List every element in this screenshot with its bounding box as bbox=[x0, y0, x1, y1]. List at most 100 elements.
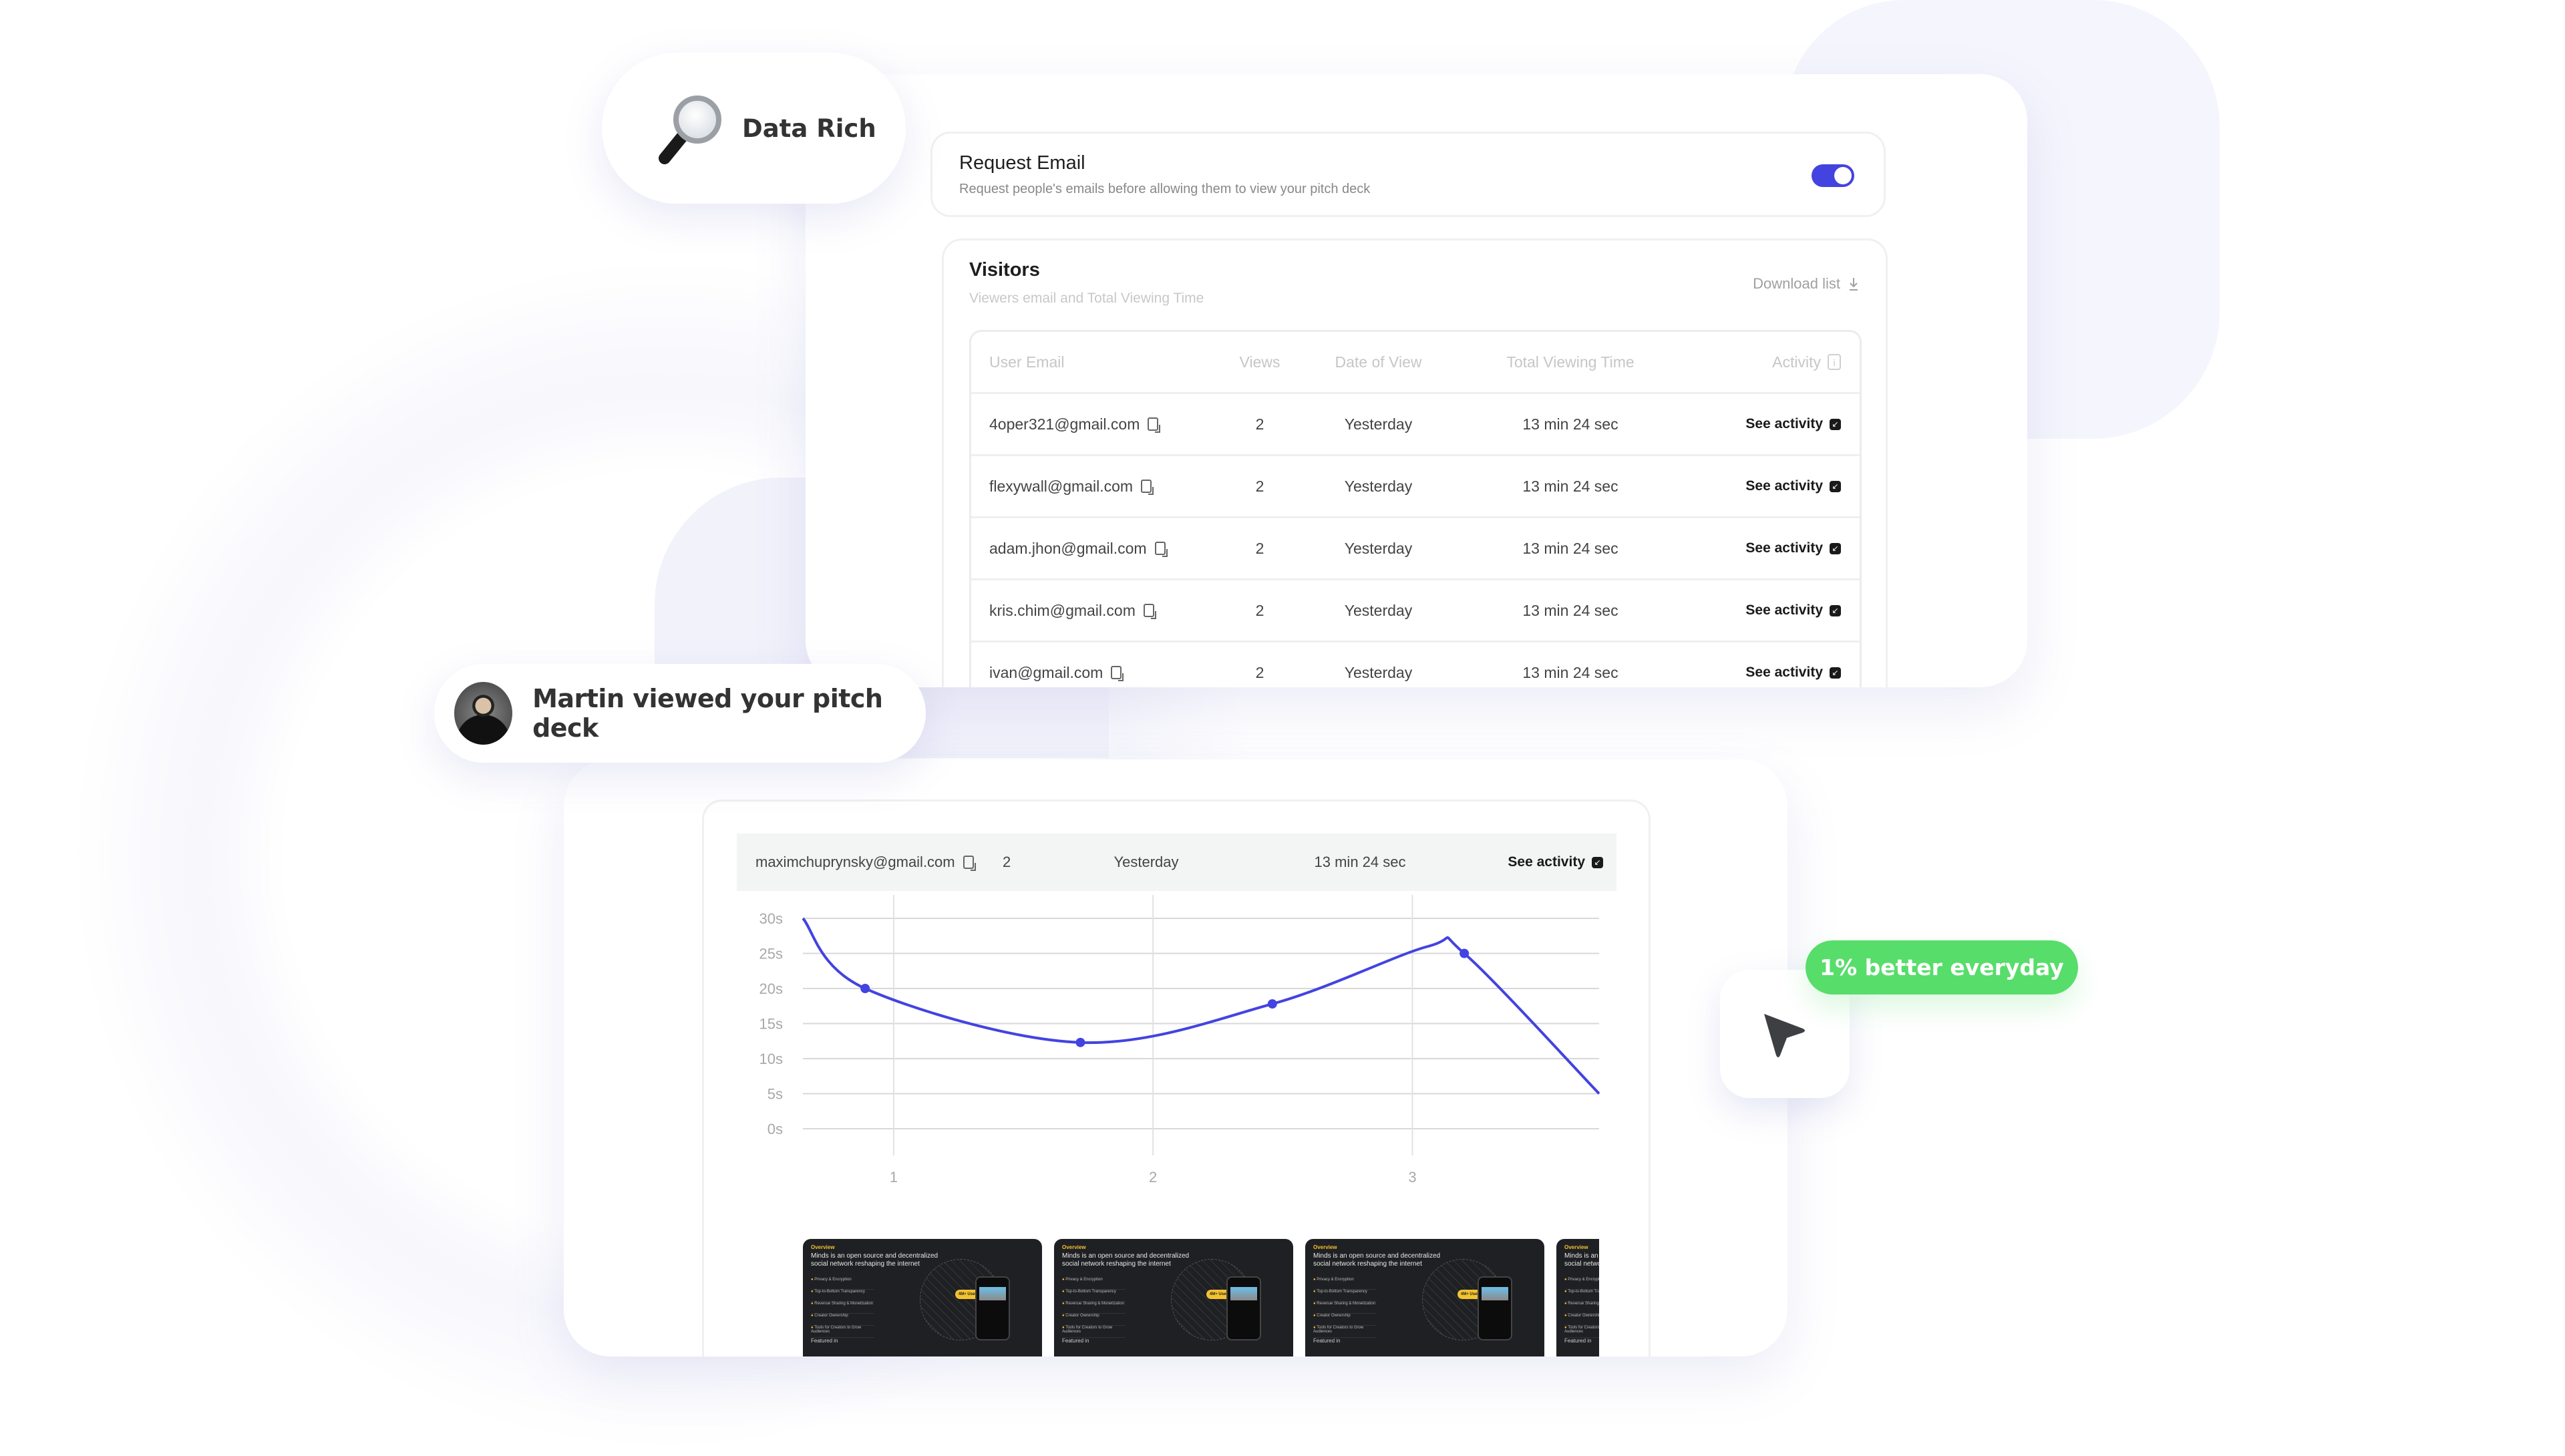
magnifying-glass-icon bbox=[659, 96, 721, 164]
slide-section: Overview bbox=[1313, 1244, 1337, 1250]
column-views[interactable]: Views bbox=[1220, 353, 1300, 371]
y-tick-label: 15s bbox=[759, 1016, 783, 1033]
row-views: 2 bbox=[1255, 539, 1264, 557]
data-point bbox=[1460, 948, 1470, 958]
row-time: 13 min 24 sec bbox=[1522, 601, 1618, 619]
slide-list-item: Tools for Creators to Grow Audiences bbox=[1313, 1326, 1377, 1338]
column-activity[interactable]: Activity i bbox=[1684, 353, 1860, 371]
visitors-panel: Request Email Request people's emails be… bbox=[806, 74, 2027, 687]
slide-featured: Featured in bbox=[1564, 1338, 1592, 1344]
slide-list-item: Privacy & Encryption bbox=[811, 1278, 874, 1290]
copy-icon[interactable] bbox=[1141, 480, 1154, 495]
row-views: 2 bbox=[1255, 477, 1264, 495]
arrow-down-left-icon: ↙ bbox=[1830, 418, 1841, 430]
download-icon bbox=[1850, 278, 1858, 291]
table-row[interactable]: 4oper321@gmail.com 2 Yesterday 13 min 24 se… bbox=[971, 394, 1860, 456]
request-email-toggle[interactable] bbox=[1812, 164, 1854, 187]
data-point bbox=[1075, 1037, 1085, 1047]
see-activity-link[interactable]: See activity ↙ bbox=[1684, 478, 1860, 494]
selected-visitor-row[interactable]: maximchuprynsky@gmail.com 2 Yesterday 13… bbox=[737, 834, 1616, 891]
row-email: 4oper321@gmail.com bbox=[989, 415, 1140, 433]
column-activity-label: Activity bbox=[1772, 353, 1821, 371]
see-activity-label: See activity bbox=[1508, 854, 1585, 870]
arrow-down-left-icon: ↙ bbox=[1830, 480, 1841, 492]
row-time: 13 min 24 sec bbox=[1522, 539, 1618, 557]
copy-icon[interactable] bbox=[1154, 542, 1168, 557]
copy-icon[interactable] bbox=[963, 856, 976, 871]
request-email-title: Request Email bbox=[959, 152, 1085, 174]
slide-list-item: Top-to-Bottom Transparency bbox=[1062, 1290, 1126, 1302]
activity-card: maximchuprynsky@gmail.com 2 Yesterday 13… bbox=[702, 799, 1651, 1356]
see-activity-label: See activity bbox=[1745, 478, 1823, 494]
info-icon[interactable]: i bbox=[1828, 354, 1841, 370]
slide-thumbnail[interactable]: Overview Minds is an open source and dece… bbox=[1305, 1239, 1544, 1356]
row-views: 2 bbox=[1255, 663, 1264, 681]
slide-headline: Minds is an open source and decentralize… bbox=[1564, 1252, 1599, 1268]
row-date: Yesterday bbox=[1344, 601, 1413, 619]
slide-list: Privacy & EncryptionTop-to-Bottom Transp… bbox=[1564, 1278, 1599, 1338]
slide-list-item: Privacy & Encryption bbox=[1062, 1278, 1126, 1290]
slide-list-item: Tools for Creators to Grow Audiences bbox=[811, 1326, 874, 1338]
download-list-button[interactable]: Download list bbox=[1753, 275, 1859, 293]
x-tick-label: 2 bbox=[1149, 1169, 1157, 1186]
row-time: 13 min 24 sec bbox=[1522, 663, 1618, 681]
arrow-down-left-icon: ↙ bbox=[1830, 542, 1841, 554]
column-total-viewing-time[interactable]: Total Viewing Time bbox=[1457, 353, 1684, 371]
table-header: User Email Views Date of View Total View… bbox=[971, 332, 1860, 394]
see-activity-link[interactable]: See activity ↙ bbox=[1684, 665, 1860, 681]
arrow-down-left-icon: ↙ bbox=[1830, 667, 1841, 679]
view-notification: Martin viewed your pitch deck bbox=[434, 664, 926, 763]
table-row[interactable]: ivan@gmail.com 2 Yesterday 13 min 24 sec See… bbox=[971, 643, 1860, 687]
notification-text: Martin viewed your pitch deck bbox=[532, 684, 883, 743]
slide-thumbnail[interactable]: Overview Minds is an open source and dece… bbox=[1054, 1239, 1293, 1356]
slide-list-item: Tools for Creators to Grow Audiences bbox=[1564, 1326, 1599, 1338]
slide-list-item: Revenue Sharing & Monetization bbox=[1062, 1302, 1126, 1314]
toggle-knob bbox=[1834, 167, 1852, 184]
slide-section: Overview bbox=[811, 1244, 835, 1250]
row-email-cell: ivan@gmail.com bbox=[971, 664, 1220, 682]
slide-list-item: Creator Ownership bbox=[1564, 1314, 1599, 1326]
visitor-time: 13 min 24 sec bbox=[1314, 854, 1406, 870]
slide-list: Privacy & EncryptionTop-to-Bottom Transp… bbox=[1313, 1278, 1377, 1338]
slide-featured: Featured in bbox=[811, 1338, 838, 1344]
x-tick-label: 1 bbox=[890, 1169, 898, 1186]
copy-icon[interactable] bbox=[1143, 604, 1156, 619]
viewing-time-chart: 0s 5s 10s 15s 20s 25s 30s 1 2 3 bbox=[759, 895, 1600, 1186]
phone-screen-image bbox=[979, 1287, 1006, 1300]
see-activity-label: See activity bbox=[1745, 540, 1823, 556]
slide-section: Overview bbox=[1564, 1244, 1588, 1250]
table-row[interactable]: flexywall@gmail.com 2 Yesterday 13 min 24 s… bbox=[971, 456, 1860, 518]
copy-icon[interactable] bbox=[1111, 666, 1124, 681]
column-user-email[interactable]: User Email bbox=[971, 353, 1220, 371]
row-email: kris.chim@gmail.com bbox=[989, 601, 1136, 619]
column-date-of-view[interactable]: Date of View bbox=[1300, 353, 1457, 371]
slide-list-item: Privacy & Encryption bbox=[1313, 1278, 1377, 1290]
see-activity-label: See activity bbox=[1745, 602, 1823, 618]
table-row[interactable]: adam.jhon@gmail.com 2 Yesterday 13 min 24 s… bbox=[971, 518, 1860, 580]
table-row[interactable]: kris.chim@gmail.com 2 Yesterday 13 min 24 s… bbox=[971, 580, 1860, 643]
phone-mockup bbox=[1226, 1276, 1261, 1340]
slide-list-item: Revenue Sharing & Monetization bbox=[811, 1302, 874, 1314]
slide-thumbnail[interactable]: Overview Minds is an open source and dece… bbox=[1556, 1239, 1599, 1356]
row-email: ivan@gmail.com bbox=[989, 663, 1103, 681]
copy-icon[interactable] bbox=[1148, 417, 1161, 433]
slide-list-item: Top-to-Bottom Transparency bbox=[811, 1290, 874, 1302]
see-activity-link[interactable]: See activity ↙ bbox=[1684, 540, 1860, 556]
row-email-cell: adam.jhon@gmail.com bbox=[971, 540, 1220, 558]
slide-thumbnail[interactable]: Overview Minds is an open source and dece… bbox=[803, 1239, 1042, 1356]
slide-list-item: Revenue Sharing & Monetization bbox=[1564, 1302, 1599, 1314]
slide-list-item: Top-to-Bottom Transparency bbox=[1564, 1290, 1599, 1302]
row-date: Yesterday bbox=[1344, 539, 1413, 557]
slide-list-item: Revenue Sharing & Monetization bbox=[1313, 1302, 1377, 1314]
slide-list: Privacy & EncryptionTop-to-Bottom Transp… bbox=[811, 1278, 874, 1338]
row-email: flexywall@gmail.com bbox=[989, 477, 1134, 495]
see-activity-link[interactable]: See activity ↙ bbox=[1684, 602, 1860, 618]
see-activity-link[interactable]: See activity ↙ bbox=[1684, 416, 1860, 432]
data-rich-label: Data Rich bbox=[742, 114, 876, 143]
see-activity-link[interactable]: See activity ↙ bbox=[1470, 854, 1616, 870]
request-email-card: Request Email Request people's emails be… bbox=[930, 132, 1886, 217]
row-email: adam.jhon@gmail.com bbox=[989, 539, 1147, 557]
visitors-title: Visitors bbox=[969, 259, 1040, 281]
visitor-email: maximchuprynsky@gmail.com bbox=[755, 854, 955, 870]
row-time: 13 min 24 sec bbox=[1522, 415, 1618, 433]
